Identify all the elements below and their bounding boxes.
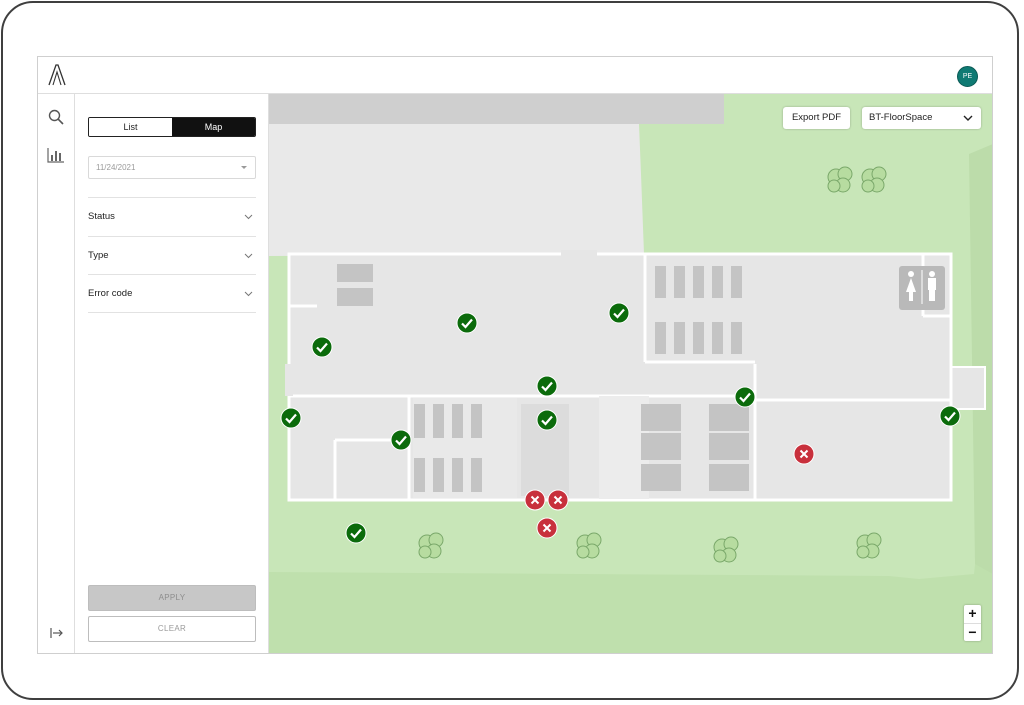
filter-panel: List Map 11/24/2021 Status Type Error co… [75,94,269,653]
status-error-marker[interactable] [793,443,815,465]
floor-select-value: BT-FloorSpace [869,112,933,123]
brand-logo-icon[interactable] [47,64,67,86]
export-pdf-button[interactable]: Export PDF [783,107,850,129]
shrub-icon [713,536,739,563]
floor-select[interactable]: BT-FloorSpace [862,107,981,129]
zoom-in-button[interactable]: + [964,605,981,624]
list-view-button[interactable]: List [89,118,172,136]
apply-button[interactable]: APPLY [88,585,256,611]
filter-label: Status [88,211,115,222]
shrub-icon [418,532,444,559]
view-toggle: List Map [88,117,256,137]
shrub-icon [861,166,887,193]
top-bar: PE [38,57,992,94]
nav-rail [38,94,75,653]
app-screen: PE List Map 11/24/2021 Status Type Error… [37,56,993,654]
filter-label: Type [88,250,109,261]
status-ok-marker[interactable] [734,386,756,408]
chevron-down-icon [244,253,253,259]
status-ok-marker[interactable] [608,302,630,324]
status-ok-marker[interactable] [456,312,478,334]
status-error-marker[interactable] [536,517,558,539]
status-ok-marker[interactable] [939,405,961,427]
bar-chart-icon[interactable] [47,146,65,164]
status-error-marker[interactable] [524,489,546,511]
shrub-icon [827,166,853,193]
zoom-control: + − [964,605,981,641]
tablet-frame: PE List Map 11/24/2021 Status Type Error… [1,1,1019,700]
floor-map[interactable]: Export PDF BT-FloorSpace + − [269,94,993,654]
filter-error-code[interactable]: Error code [88,274,256,312]
chevron-down-icon [963,115,973,121]
shrub-icon [856,532,882,559]
filter-type[interactable]: Type [88,236,256,274]
filter-status[interactable]: Status [88,197,256,235]
user-avatar[interactable]: PE [957,66,978,87]
collapse-arrow-icon[interactable] [50,627,64,639]
status-ok-marker[interactable] [536,409,558,431]
filter-label: Error code [88,288,133,299]
floor-plan-canvas[interactable] [269,94,993,654]
map-view-button[interactable]: Map [172,118,255,136]
search-icon[interactable] [47,108,65,126]
clear-button[interactable]: CLEAR [88,616,256,642]
filter-divider [88,312,256,313]
status-ok-marker[interactable] [280,407,302,429]
date-picker[interactable]: 11/24/2021 [88,156,256,179]
chevron-down-icon [244,291,253,297]
restroom-icon [899,266,945,310]
date-value: 11/24/2021 [96,163,136,172]
status-ok-marker[interactable] [536,375,558,397]
status-ok-marker[interactable] [345,522,367,544]
status-ok-marker[interactable] [311,336,333,358]
status-ok-marker[interactable] [390,429,412,451]
status-error-marker[interactable] [547,489,569,511]
shrub-icon [576,532,602,559]
chevron-down-icon [244,214,253,220]
zoom-out-button[interactable]: − [964,624,981,642]
dropdown-caret-icon [241,166,247,169]
